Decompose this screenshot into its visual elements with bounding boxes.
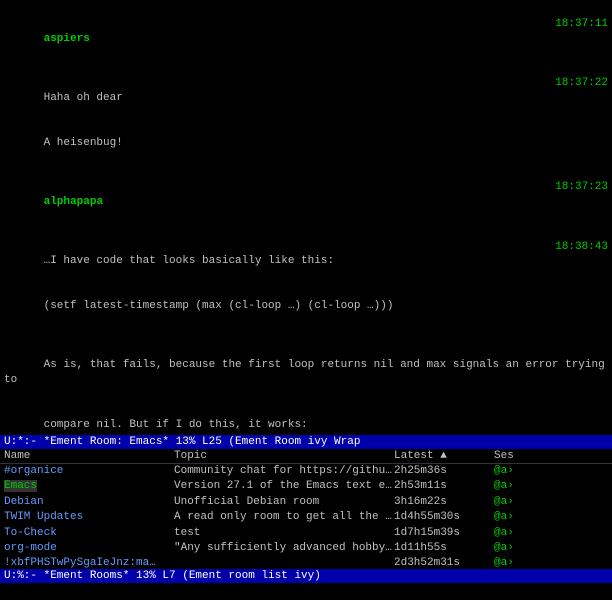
room-latest: 1d7h15m39s bbox=[394, 526, 494, 541]
list-item[interactable]: TWIM UpdatesA read only room to get all … bbox=[0, 510, 612, 525]
timestamp: 18:37:23 bbox=[555, 180, 608, 195]
room-rows: #organiceCommunity chat for https://gith… bbox=[0, 464, 612, 569]
room-session: @a› bbox=[494, 526, 544, 541]
room-topic: A read only room to get all the … bbox=[174, 510, 394, 525]
room-latest: 2h53m11s bbox=[394, 479, 494, 494]
status-bar-top-text: U:*:- *Ement Room: Emacs* 13% L25 (Ement… bbox=[4, 436, 360, 448]
col-header-session: Ses bbox=[494, 450, 544, 462]
room-name[interactable]: org-mode bbox=[4, 541, 174, 556]
room-list-area[interactable]: Name Topic Latest ▲ Ses #organiceCommuni… bbox=[0, 449, 612, 569]
room-latest: 3h16m22s bbox=[394, 495, 494, 510]
list-item[interactable]: To-Checktest1d7h15m39s@a› bbox=[0, 526, 612, 541]
message-text: …I have code that looks basically like t… bbox=[44, 255, 334, 267]
chat-line: 18:37:23 alphapapa bbox=[4, 165, 608, 224]
message-text: A heisenbug! bbox=[44, 137, 123, 149]
message-text: Haha oh dear bbox=[44, 92, 123, 104]
status-bar-bottom-text: U:%:- *Ement Rooms* 13% L7 (Ement room l… bbox=[4, 570, 321, 582]
room-topic: Community chat for https://githu… bbox=[174, 464, 394, 479]
room-latest: 1d11h55s bbox=[394, 541, 494, 556]
timestamp: 18:38:43 bbox=[555, 240, 608, 255]
room-topic: Unofficial Debian room bbox=[174, 495, 394, 510]
chat-line bbox=[4, 329, 608, 344]
room-name[interactable]: Emacs bbox=[4, 479, 174, 494]
col-header-name: Name bbox=[4, 450, 174, 462]
chat-area: 18:37:11 aspiers 18:37:22 Haha oh dear A… bbox=[0, 0, 612, 435]
message-text: As is, that fails, because the first loo… bbox=[4, 359, 611, 386]
timestamp: 18:37:22 bbox=[555, 76, 608, 91]
room-name[interactable]: #organice bbox=[4, 464, 174, 479]
message-block: 18:37:23 alphapapa 18:38:43 …I have code… bbox=[4, 165, 608, 328]
room-session: @a› bbox=[494, 464, 544, 479]
room-session: @a› bbox=[494, 541, 544, 556]
list-item[interactable]: DebianUnofficial Debian room3h16m22s@a› bbox=[0, 495, 612, 510]
username: aspiers bbox=[44, 33, 90, 45]
status-bar-top: U:*:- *Ement Room: Emacs* 13% L25 (Ement… bbox=[0, 435, 612, 449]
chat-line: A heisenbug! bbox=[4, 121, 608, 166]
room-topic: Version 27.1 of the Emacs text e… bbox=[174, 479, 394, 494]
col-header-topic: Topic bbox=[174, 450, 394, 462]
room-name[interactable]: !xbfPHSTwPySgaIeJnz:ma… bbox=[4, 556, 174, 569]
room-session: @a› bbox=[494, 479, 544, 494]
chat-line: 18:37:11 aspiers bbox=[4, 2, 608, 61]
list-item[interactable]: org-mode"Any sufficiently advanced hobby… bbox=[0, 541, 612, 556]
room-latest: 1d4h55m30s bbox=[394, 510, 494, 525]
chat-line: compare nil. But if I do this, it works: bbox=[4, 403, 608, 435]
chat-line: As is, that fails, because the first loo… bbox=[4, 343, 608, 402]
chat-line: 18:38:43 …I have code that looks basical… bbox=[4, 225, 608, 284]
chat-line: 18:37:22 Haha oh dear bbox=[4, 61, 608, 120]
room-name[interactable]: Debian bbox=[4, 495, 174, 510]
message-text: (setf latest-timestamp (max (cl-loop …) … bbox=[44, 300, 394, 312]
room-latest: 2d3h52m31s bbox=[394, 556, 494, 569]
room-session: @a› bbox=[494, 556, 544, 569]
room-list-header: Name Topic Latest ▲ Ses bbox=[0, 449, 612, 464]
col-header-latest: Latest ▲ bbox=[394, 450, 494, 462]
room-session: @a› bbox=[494, 510, 544, 525]
room-topic: test bbox=[174, 526, 394, 541]
room-latest: 2h25m36s bbox=[394, 464, 494, 479]
room-topic: "Any sufficiently advanced hobby… bbox=[174, 541, 394, 556]
username: alphapapa bbox=[44, 196, 103, 208]
room-session: @a› bbox=[494, 495, 544, 510]
room-topic bbox=[174, 556, 394, 569]
chat-line: (setf latest-timestamp (max (cl-loop …) … bbox=[4, 284, 608, 329]
list-item[interactable]: !xbfPHSTwPySgaIeJnz:ma… 2d3h52m31s@a› bbox=[0, 556, 612, 569]
list-item[interactable]: #organiceCommunity chat for https://gith… bbox=[0, 464, 612, 479]
message-block: As is, that fails, because the first loo… bbox=[4, 329, 608, 435]
status-bar-bottom: U:%:- *Ement Rooms* 13% L7 (Ement room l… bbox=[0, 569, 612, 583]
timestamp: 18:37:11 bbox=[555, 17, 608, 32]
message-text: compare nil. But if I do this, it works: bbox=[44, 419, 308, 431]
message-block: 18:37:11 aspiers 18:37:22 Haha oh dear A… bbox=[4, 2, 608, 165]
room-name[interactable]: TWIM Updates bbox=[4, 510, 174, 525]
room-name[interactable]: To-Check bbox=[4, 526, 174, 541]
list-item[interactable]: EmacsVersion 27.1 of the Emacs text e…2h… bbox=[0, 479, 612, 494]
